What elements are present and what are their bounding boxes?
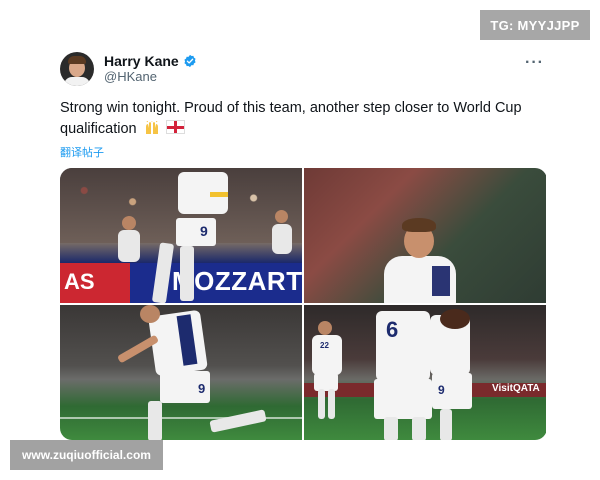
handle[interactable]: @HKane — [104, 69, 197, 85]
shirt-number: 6 — [386, 317, 399, 342]
tweet-text: Strong win tonight. Proud of this team, … — [60, 100, 522, 137]
translate-post-link[interactable]: 翻译帖子 — [60, 144, 104, 160]
ad-board-text: VisitQATA — [492, 383, 540, 394]
display-name-row: Harry Kane — [104, 53, 197, 69]
watermark-top: TG: MYYJJPP — [480, 10, 590, 40]
more-options-icon[interactable]: ··· — [525, 54, 544, 72]
ad-board-left-text: AS — [64, 269, 95, 294]
photo-4[interactable]: VisitQATA 6 9 22 — [304, 305, 546, 440]
avatar[interactable] — [60, 52, 94, 86]
shirt-number: 9 — [198, 381, 206, 396]
photo-1[interactable]: AS MOZZART 9 — [60, 168, 302, 303]
shirt-number: 9 — [438, 383, 445, 397]
shirt-number: 22 — [320, 341, 329, 350]
shirt-number: 9 — [200, 223, 208, 239]
photo-grid: AS MOZZART 9 9 VisitQATA 6 9 22 — [60, 168, 547, 440]
photo-2[interactable] — [304, 168, 546, 303]
tweet-header: Harry Kane @HKane — [60, 52, 197, 86]
watermark-bottom: www.zuqiuofficial.com — [10, 440, 163, 470]
england-flag-icon — [165, 120, 185, 134]
page: TG: MYYJJPP Harry Kane @HKane ··· Strong… — [0, 0, 600, 480]
raised-hands-icon — [145, 121, 158, 134]
tweet-text-block: Strong win tonight. Proud of this team, … — [60, 98, 550, 140]
watermark-top-text: TG: MYYJJPP — [490, 17, 580, 33]
verified-badge-icon — [184, 54, 196, 68]
tweet-card: Harry Kane @HKane ··· Strong win tonight… — [40, 40, 562, 460]
photo-3[interactable]: 9 — [60, 305, 302, 440]
display-name[interactable]: Harry Kane — [104, 53, 179, 69]
watermark-bottom-text: www.zuqiuofficial.com — [22, 448, 151, 462]
author-names: Harry Kane @HKane — [104, 53, 197, 85]
